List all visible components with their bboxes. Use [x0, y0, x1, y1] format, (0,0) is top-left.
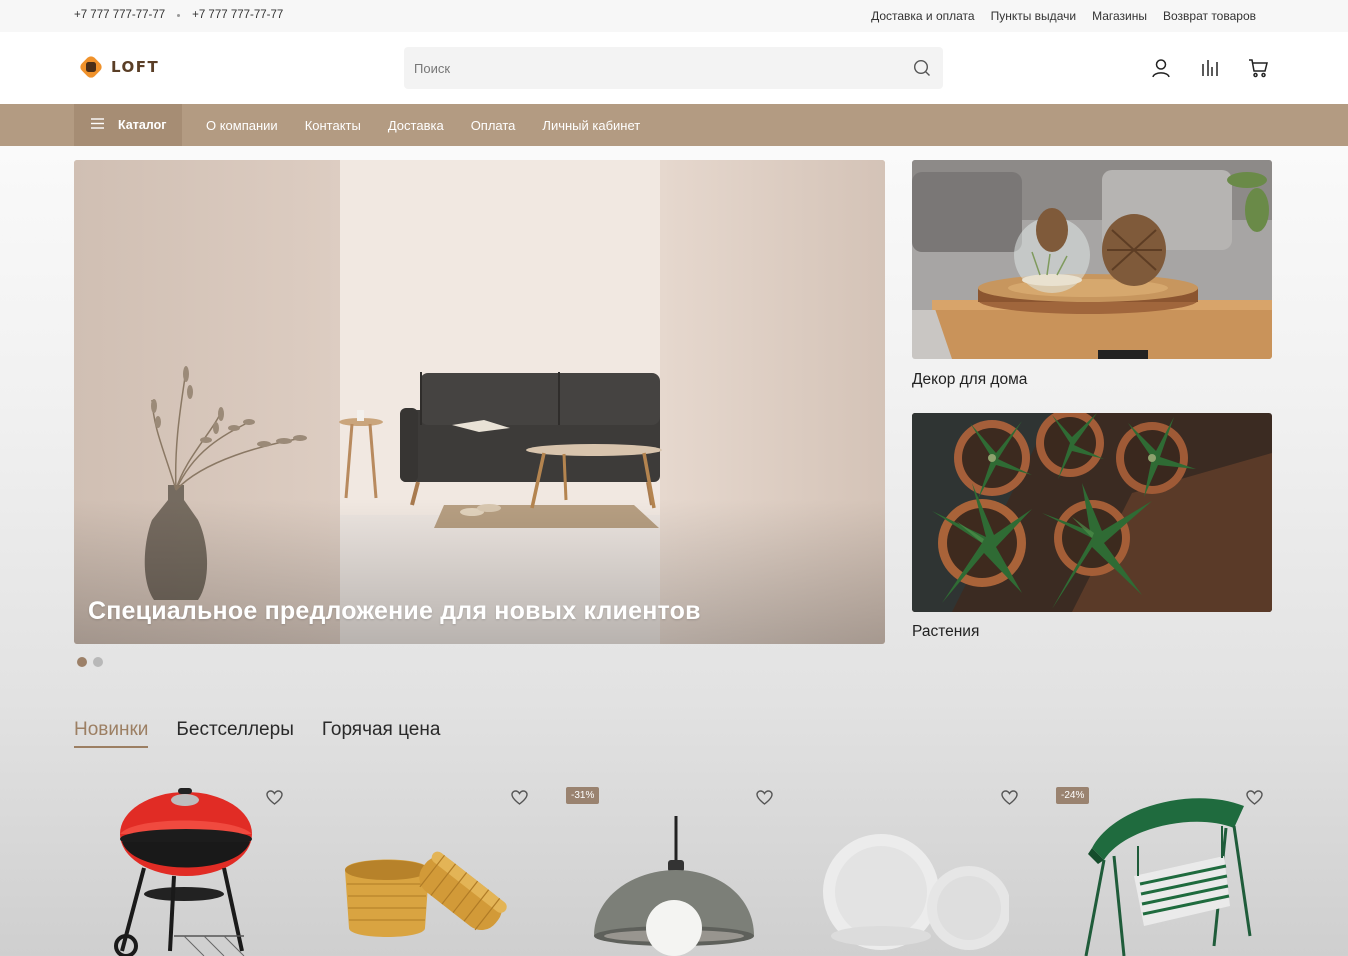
phone-link-1[interactable]: +7 777 777-77-77	[74, 9, 165, 21]
nav-items: О компании Контакты Доставка Оплата Личн…	[206, 104, 640, 146]
wishlist-heart-icon[interactable]	[511, 790, 528, 810]
slider-dot-2[interactable]	[93, 657, 103, 667]
plants-image	[912, 413, 1272, 612]
nav-item-payment[interactable]: Оплата	[471, 118, 516, 133]
catalog-label: Каталог	[118, 118, 167, 132]
hero-caption: Специальное предложение для новых клиент…	[88, 597, 701, 625]
discount-badge: -31%	[566, 787, 600, 804]
compare-icon[interactable]	[1200, 58, 1220, 83]
tab-bestsellers[interactable]: Бестселлеры	[176, 719, 293, 748]
top-bar: +7 777 777-77-77 +7 777 777-77-77 Достав…	[0, 0, 1348, 32]
category-label-decor[interactable]: Декор для дома	[912, 371, 1027, 389]
header: LOFT	[0, 32, 1348, 104]
nav-item-account[interactable]: Личный кабинет	[542, 118, 640, 133]
logo[interactable]: LOFT	[77, 53, 159, 81]
discount-badge: -24%	[1056, 787, 1090, 804]
wishlist-heart-icon[interactable]	[1246, 790, 1263, 810]
product-image-grill	[114, 788, 252, 956]
tab-new[interactable]: Новинки	[74, 719, 149, 748]
top-link-returns[interactable]: Возврат товаров	[1163, 9, 1256, 23]
wishlist-heart-icon[interactable]	[1001, 790, 1018, 810]
catalog-button[interactable]: Каталог	[74, 104, 182, 146]
logo-text: LOFT	[111, 58, 160, 76]
menu-icon	[91, 118, 104, 132]
search-icon[interactable]	[913, 59, 931, 82]
wishlist-heart-icon[interactable]	[756, 790, 773, 810]
separator-dot	[177, 13, 181, 17]
nav-item-about[interactable]: О компании	[206, 118, 278, 133]
category-label-plants[interactable]: Растения	[912, 623, 979, 641]
logo-icon	[77, 53, 105, 81]
hero-banner[interactable]: Специальное предложение для новых клиент…	[74, 160, 885, 644]
phone-link-2[interactable]: +7 777 777-77-77	[192, 9, 283, 21]
decor-image	[912, 160, 1272, 359]
product-image-basket	[345, 851, 507, 937]
slider-dots	[77, 657, 103, 667]
product-tabs: Новинки Бестселлеры Горячая цена	[74, 719, 440, 748]
wishlist-heart-icon[interactable]	[266, 790, 283, 810]
product-card[interactable]: -31%	[564, 776, 784, 956]
cart-icon[interactable]	[1248, 58, 1269, 83]
main-nav: Каталог О компании Контакты Доставка Опл…	[0, 104, 1348, 146]
category-card-decor[interactable]	[912, 160, 1272, 359]
tab-hot-price[interactable]: Горячая цена	[322, 719, 441, 748]
top-link-delivery[interactable]: Доставка и оплата	[871, 9, 975, 23]
product-card[interactable]	[809, 776, 1029, 956]
top-link-stores[interactable]: Магазины	[1092, 9, 1147, 23]
nav-item-delivery[interactable]: Доставка	[388, 118, 444, 133]
product-image-plates	[823, 834, 1011, 950]
product-card[interactable]	[74, 776, 294, 956]
search-box	[404, 47, 943, 89]
nav-item-contacts[interactable]: Контакты	[305, 118, 361, 133]
search-input[interactable]	[404, 47, 884, 89]
slider-dot-1[interactable]	[77, 657, 87, 667]
phone-numbers: +7 777 777-77-77 +7 777 777-77-77	[74, 9, 283, 21]
top-links: Доставка и оплата Пункты выдачи Магазины…	[871, 9, 1256, 23]
user-icon[interactable]	[1151, 58, 1171, 83]
product-card[interactable]: -24%	[1054, 776, 1274, 956]
product-card[interactable]	[319, 776, 539, 956]
hero-image	[74, 160, 885, 644]
top-link-pickup-points[interactable]: Пункты выдачи	[991, 9, 1076, 23]
category-card-plants[interactable]	[912, 413, 1272, 612]
